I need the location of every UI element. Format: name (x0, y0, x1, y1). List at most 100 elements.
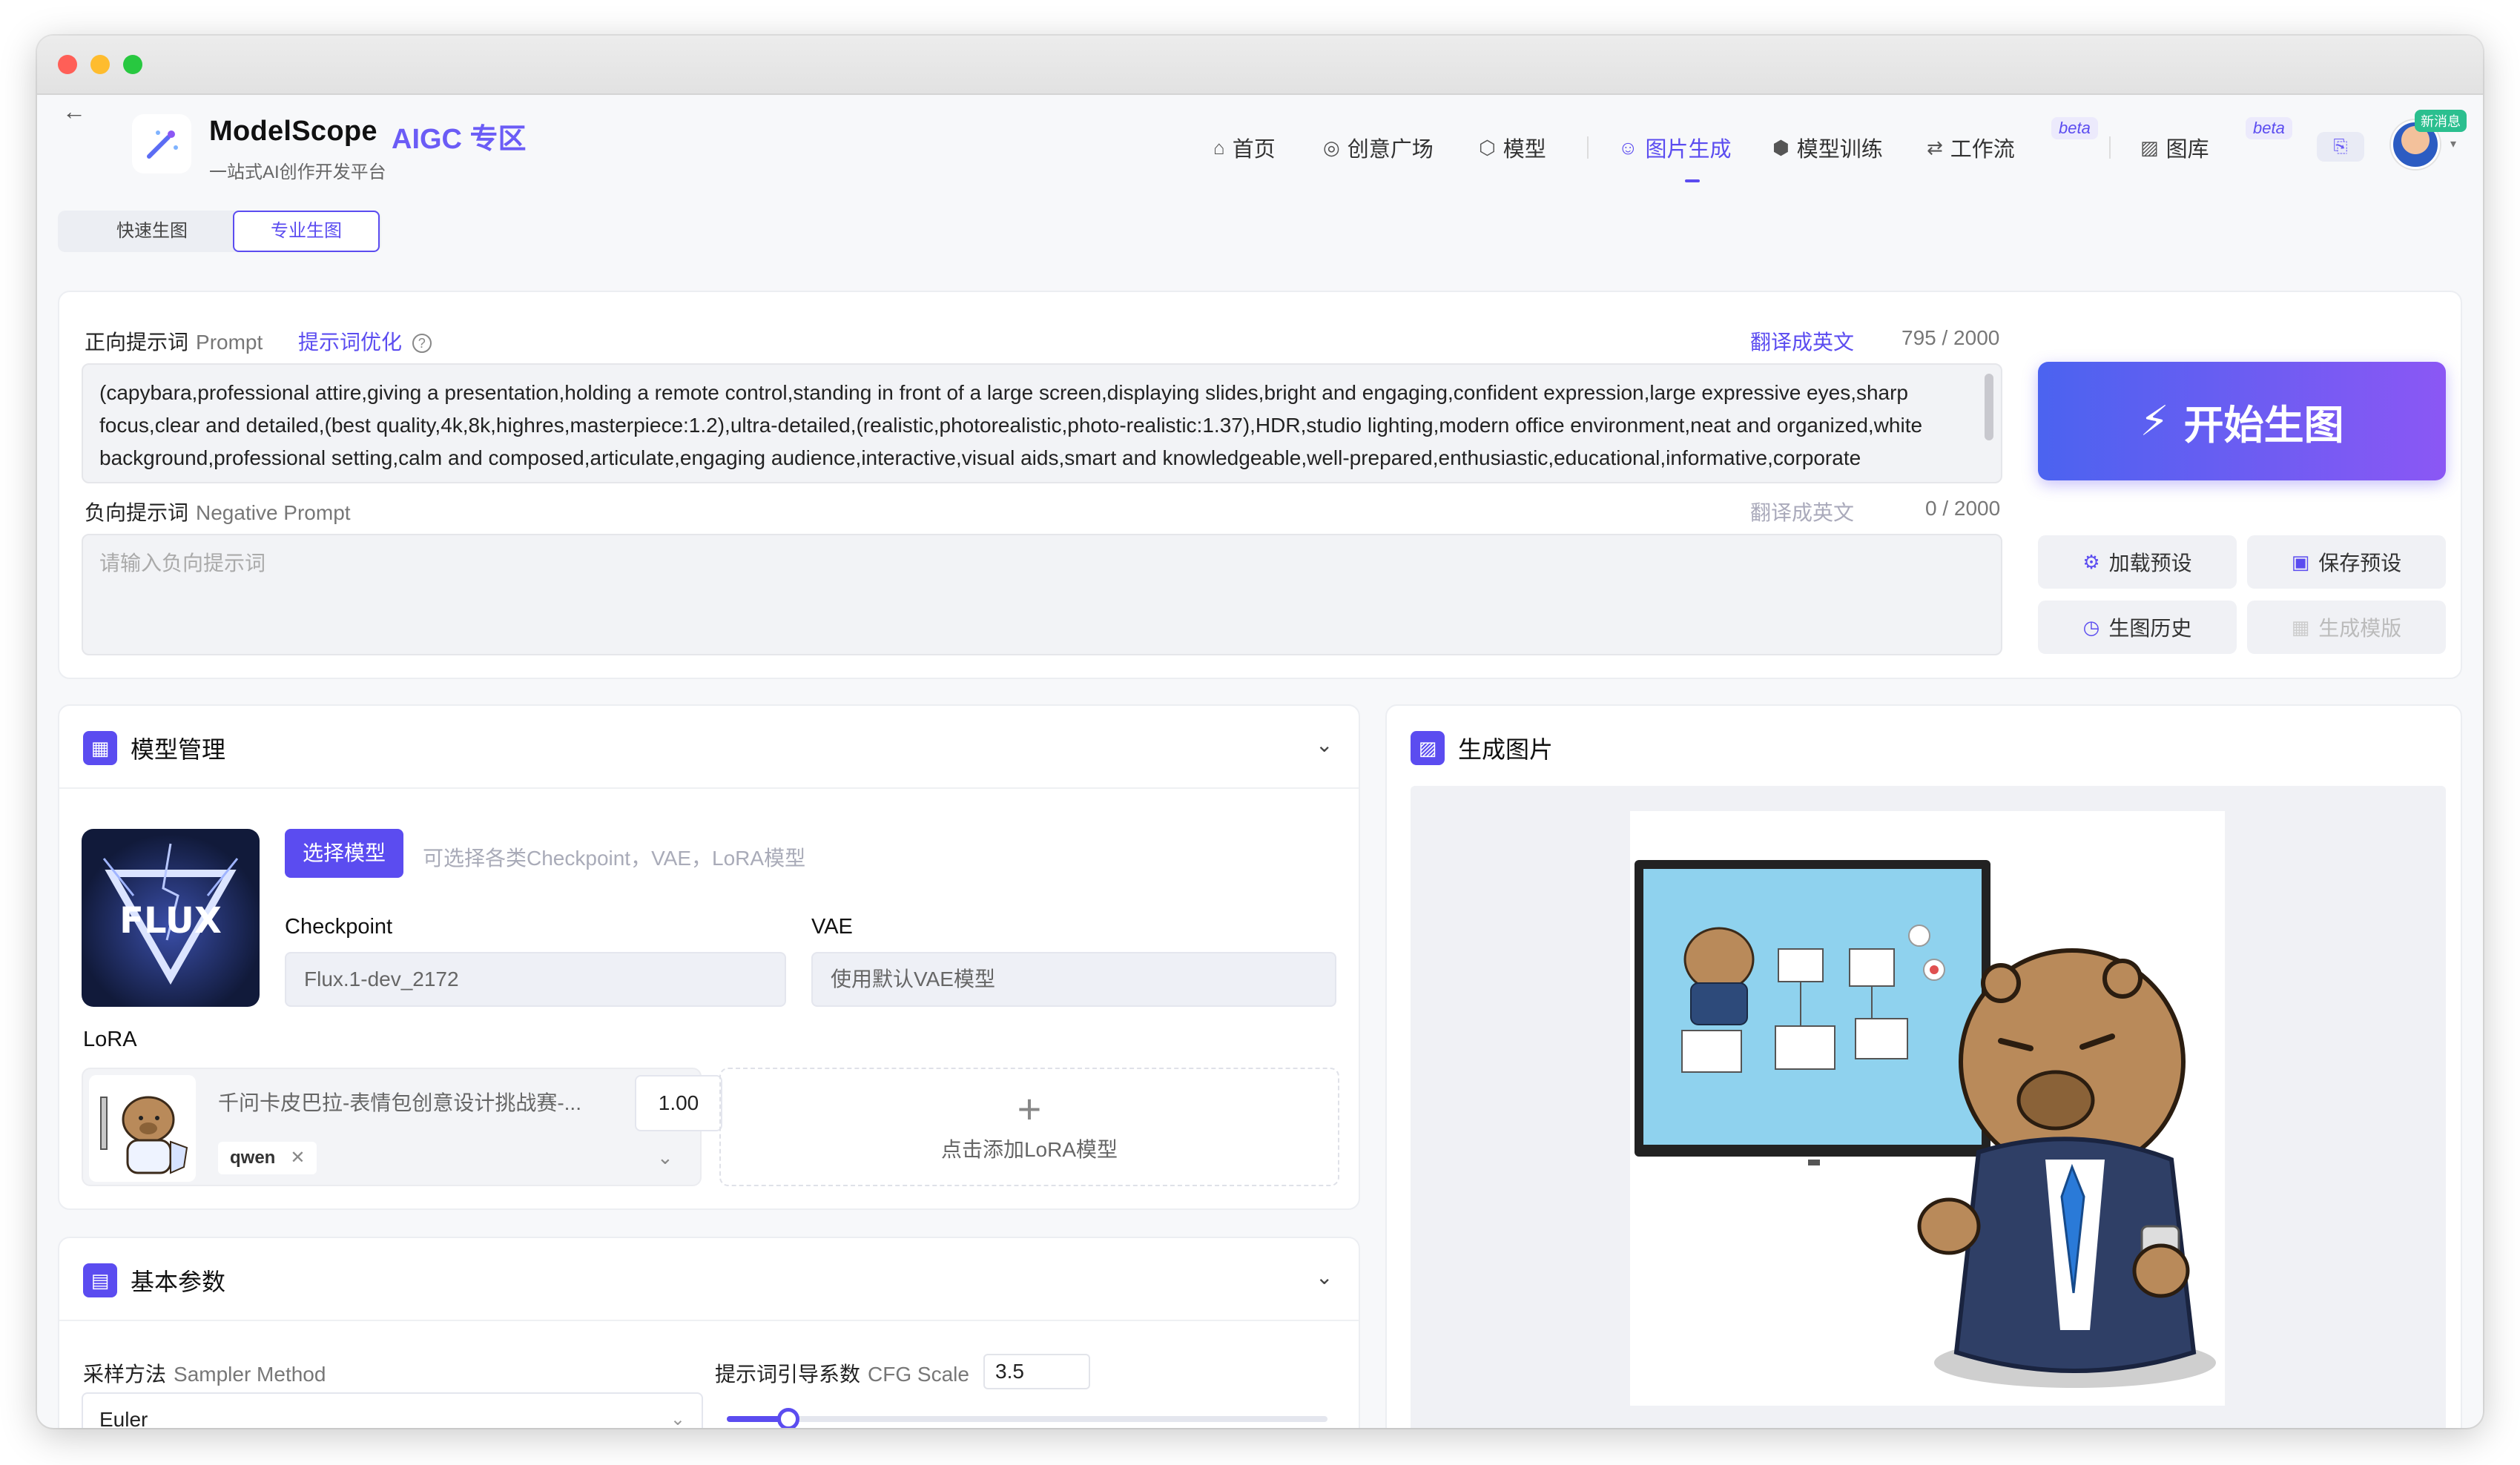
vae-label: VAE (811, 915, 853, 939)
brand-name: ModelScope (209, 116, 377, 147)
divider (59, 787, 1359, 789)
nav-label: 图库 (2166, 138, 2209, 162)
chevron-down-icon[interactable]: ⌄ (1316, 1265, 1333, 1289)
nav-label: 首页 (1232, 138, 1276, 162)
image-icon: ▨ (1411, 731, 1445, 765)
nav-active-indicator (1685, 179, 1700, 182)
lora-tag[interactable]: qwen ✕ (218, 1142, 317, 1174)
basic-params-header[interactable]: ▤ 基本参数 (83, 1263, 225, 1297)
select-model-button[interactable]: 选择模型 (285, 829, 403, 878)
help-icon[interactable]: ? (412, 334, 432, 353)
maximize-window-button[interactable] (123, 55, 142, 74)
tab-fast-generation[interactable]: 快速生图 (79, 211, 225, 252)
load-preset-label: 加载预设 (2108, 552, 2192, 575)
prompt-textarea[interactable]: (capybara,professional attire,giving a p… (82, 363, 2002, 483)
nav-model-training[interactable]: ⬢ 模型训练 (1772, 132, 1883, 163)
prompt-optimize-label: 提示词优化 (298, 331, 403, 354)
notification-icon[interactable]: ⎘ (2317, 132, 2364, 162)
lora-label: LoRA (83, 1028, 137, 1051)
window-titlebar (37, 36, 2483, 95)
negative-label: 负向提示词 Negative Prompt (85, 497, 351, 526)
palette-icon: ☺ (1618, 136, 1638, 159)
flux-logo-text: FLUX (119, 900, 222, 942)
modelscope-logo (132, 114, 191, 173)
planet-icon: ◎ (1323, 136, 1340, 159)
workflow-beta-badge: beta (2051, 117, 2098, 139)
prompt-scrollbar[interactable] (1985, 374, 1993, 440)
mode-switch: 快速生图 专业生图 (58, 211, 381, 252)
lora-tag-label: qwen (230, 1148, 276, 1168)
new-message-badge: 新消息 (2415, 110, 2467, 132)
gallery-beta-badge: beta (2246, 117, 2292, 139)
generate-template-button[interactable]: ▦ 生成模版 (2247, 601, 2446, 654)
cube-icon: ⬡ (1479, 136, 1496, 159)
nav-label: 图片生成 (1645, 138, 1732, 162)
capybara-lora-thumbnail[interactable] (89, 1075, 196, 1182)
cfg-scale-slider-handle[interactable] (777, 1408, 799, 1428)
cfg-label: 提示词引导系数 CFG Scale (715, 1358, 969, 1388)
lora-weight-input[interactable]: 1.00 (635, 1075, 722, 1131)
model-management-title: 模型管理 (131, 736, 226, 763)
nav-label: 创意广场 (1347, 138, 1434, 162)
nav-gallery[interactable]: ▨ 图库 (2140, 132, 2209, 163)
vae-field[interactable]: 使用默认VAE模型 (811, 952, 1336, 1007)
negative-label-en: Negative Prompt (196, 501, 351, 524)
document-icon: ▤ (83, 1263, 117, 1297)
chevron-down-icon: ⌄ (670, 1409, 685, 1428)
prompt-optimize-link[interactable]: 提示词优化 ? (298, 326, 432, 356)
prompt-label-en: Prompt (196, 331, 263, 354)
divider (59, 1320, 1359, 1321)
gear-icon: ⚙ (2082, 550, 2100, 573)
load-preset-button[interactable]: ⚙ 加载预设 (2038, 535, 2237, 589)
magic-wand-icon (147, 130, 178, 159)
nav-home[interactable]: ⌂ 首页 (1213, 132, 1276, 163)
close-window-button[interactable] (58, 55, 77, 74)
clock-icon: ◷ (2082, 615, 2100, 638)
nav-separator (1587, 136, 1589, 159)
prompt-label-cn: 正向提示词 (85, 331, 189, 354)
lightning-icon: ⚡ (2140, 397, 2169, 444)
box-icon: ⬢ (1772, 136, 1790, 159)
nav-models[interactable]: ⬡ 模型 (1479, 132, 1546, 163)
prompt-counter: 795 / 2000 (1901, 326, 2000, 349)
add-lora-label: 点击添加LoRA模型 (940, 1138, 1118, 1161)
grid-icon: ▦ (2291, 615, 2310, 638)
generated-image[interactable] (1630, 811, 2225, 1406)
nav-image-generation[interactable]: ☺ 图片生成 (1618, 132, 1732, 163)
model-management-header[interactable]: ▦ 模型管理 (83, 731, 225, 765)
checkpoint-field[interactable]: Flux.1-dev_2172 (285, 952, 786, 1007)
tab-pro-generation[interactable]: 专业生图 (233, 211, 380, 252)
start-generation-button[interactable]: ⚡ 开始生图 (2038, 362, 2446, 480)
plus-icon: + (1017, 1085, 1042, 1132)
output-title: 生成图片 (1458, 736, 1554, 763)
translate-prompt-link[interactable]: 翻译成英文 (1750, 326, 1854, 356)
negative-prompt-textarea[interactable]: 请输入负向提示词 (82, 534, 2002, 655)
lora-name: 千问卡皮巴拉-表情包创意设计挑战赛-... (218, 1091, 581, 1114)
sampler-select[interactable]: Euler ⌄ (82, 1392, 703, 1428)
basic-params-title: 基本参数 (131, 1269, 226, 1295)
sampler-label-en: Sampler Method (174, 1363, 326, 1386)
nav-creative-square[interactable]: ◎ 创意广场 (1323, 132, 1434, 163)
back-arrow-icon[interactable]: ← (59, 96, 89, 126)
generation-history-button[interactable]: ◷ 生图历史 (2038, 601, 2237, 654)
template-label: 生成模版 (2318, 617, 2402, 640)
close-icon[interactable]: ✕ (290, 1142, 305, 1174)
capybara-knight-icon (100, 1096, 188, 1174)
save-preset-button[interactable]: ▣ 保存预设 (2247, 535, 2446, 589)
negative-label-cn: 负向提示词 (85, 501, 189, 524)
chevron-down-icon[interactable]: ⌄ (1316, 732, 1333, 757)
cfg-scale-input[interactable]: 3.5 (983, 1354, 1090, 1389)
prompt-text: (capybara,professional attire,giving a p… (99, 381, 1923, 482)
model-hint: 可选择各类Checkpoint，VAE，LoRA模型 (423, 847, 806, 870)
chevron-down-icon[interactable]: ⌄ (657, 1146, 673, 1169)
cfg-scale-slider-track[interactable] (727, 1416, 1327, 1422)
nav-separator (2109, 136, 2111, 159)
add-lora-button[interactable]: + 点击添加LoRA模型 (719, 1068, 1339, 1186)
translate-negative-link[interactable]: 翻译成英文 (1750, 497, 1854, 526)
save-preset-label: 保存预设 (2318, 552, 2402, 575)
nav-workflow[interactable]: ⇄ 工作流 (1927, 132, 2015, 163)
flux-logo-icon: FLUX (102, 843, 239, 985)
flux-model-thumbnail[interactable]: FLUX (82, 829, 260, 1007)
chevron-down-icon[interactable]: ▾ (2450, 136, 2456, 151)
minimize-window-button[interactable] (90, 55, 110, 74)
